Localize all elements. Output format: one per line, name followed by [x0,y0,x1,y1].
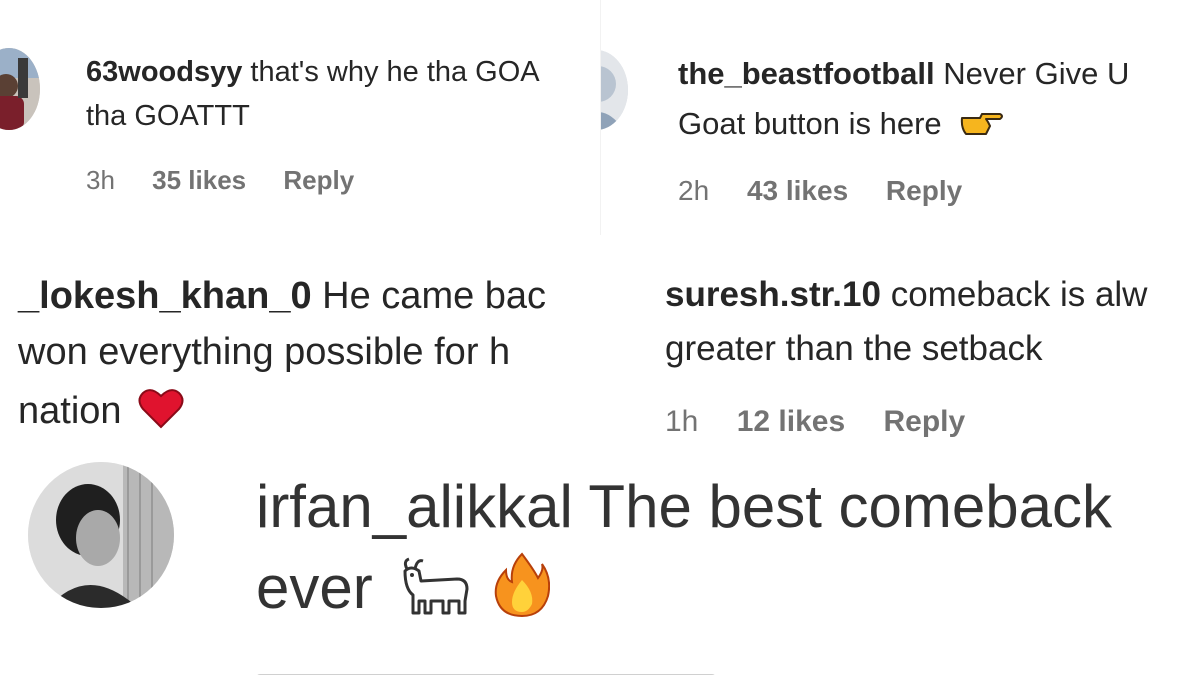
comment-card-63woodsyy: 63woodsyy that's why he tha GOA tha GOAT… [0,0,600,235]
next-comment-peek [256,666,716,675]
comment-text-line: irfan_alikkal The best comeback [256,472,1112,541]
comment-text: that's why he tha GOA [250,56,540,88]
comment-card-suresh-str: suresh.str.10 comeback is alw greater th… [645,235,1200,460]
user-avatar-icon [0,48,40,130]
comment-text-line: nation [18,387,184,439]
reply-button[interactable]: Reply [884,405,966,438]
user-avatar-icon [28,462,174,608]
comment-text-line: won everything possible for h [18,331,510,374]
reply-button[interactable]: Reply [886,175,962,206]
comment-card-irfan-alikkal: irfan_alikkal The best comeback ever [0,460,1200,675]
comment-likes[interactable]: 12 likes [737,405,845,438]
comment-text-line: the_beastfootball Never Give U [678,56,1129,92]
comment-text-line: tha GOATTT [86,100,250,133]
comment-text-line: suresh.str.10 comeback is alw [665,275,1147,315]
user-avatar-icon [600,50,628,130]
reply-button[interactable]: Reply [283,165,354,195]
user-avatar[interactable] [0,48,40,130]
comment-text: He came bac [322,275,547,317]
comment-timestamp: 2h [678,175,710,206]
comment-text: ever [256,553,373,621]
comment-timestamp: 1h [665,405,699,438]
comment-text: The best comeback [588,473,1113,540]
comment-card-lokesh-khan: _lokesh_khan_0 He came bac won everythin… [0,235,600,460]
comment-text: won everything possible for h [18,331,511,373]
comment-meta: 2h 43 likes Reply [678,175,992,207]
comment-meta: 1h 12 likes Reply [665,405,995,439]
comment-text: nation [18,390,122,433]
comment-text-line: 63woodsyy that's why he tha GOA [86,56,540,89]
comment-likes[interactable]: 43 likes [747,175,848,206]
comment-username[interactable]: the_beastfootball [678,56,935,91]
user-avatar[interactable] [600,50,628,130]
comment-text-line: ever [256,552,551,632]
comment-text: comeback is alw [890,275,1148,314]
fire-icon [494,552,551,632]
comment-username[interactable]: 63woodsyy [86,56,242,88]
red-heart-icon [138,387,184,439]
comment-username[interactable]: _lokesh_khan_0 [18,275,312,317]
goat-icon [399,555,473,629]
backhand-index-pointing-right-icon [958,106,1004,146]
comment-text: Goat button is here [678,106,942,142]
comment-username[interactable]: irfan_alikkal [256,473,573,540]
comment-text-line: Goat button is here [678,106,1004,146]
comment-likes[interactable]: 35 likes [152,165,246,195]
comment-text: tha GOATTT [86,100,250,132]
comment-timestamp: 3h [86,165,115,195]
user-avatar[interactable] [28,462,174,608]
comment-meta: 3h 35 likes Reply [86,165,384,196]
comment-card-the-beastfootball: the_beastfootball Never Give U Goat butt… [600,0,1200,235]
comment-text-line: _lokesh_khan_0 He came bac [18,275,546,318]
comment-text: Never Give U [943,56,1130,91]
comment-text-line: greater than the setback [665,329,1042,369]
collage-divider [600,0,601,235]
comment-username[interactable]: suresh.str.10 [665,275,881,314]
comment-text: greater than the setback [665,329,1043,368]
